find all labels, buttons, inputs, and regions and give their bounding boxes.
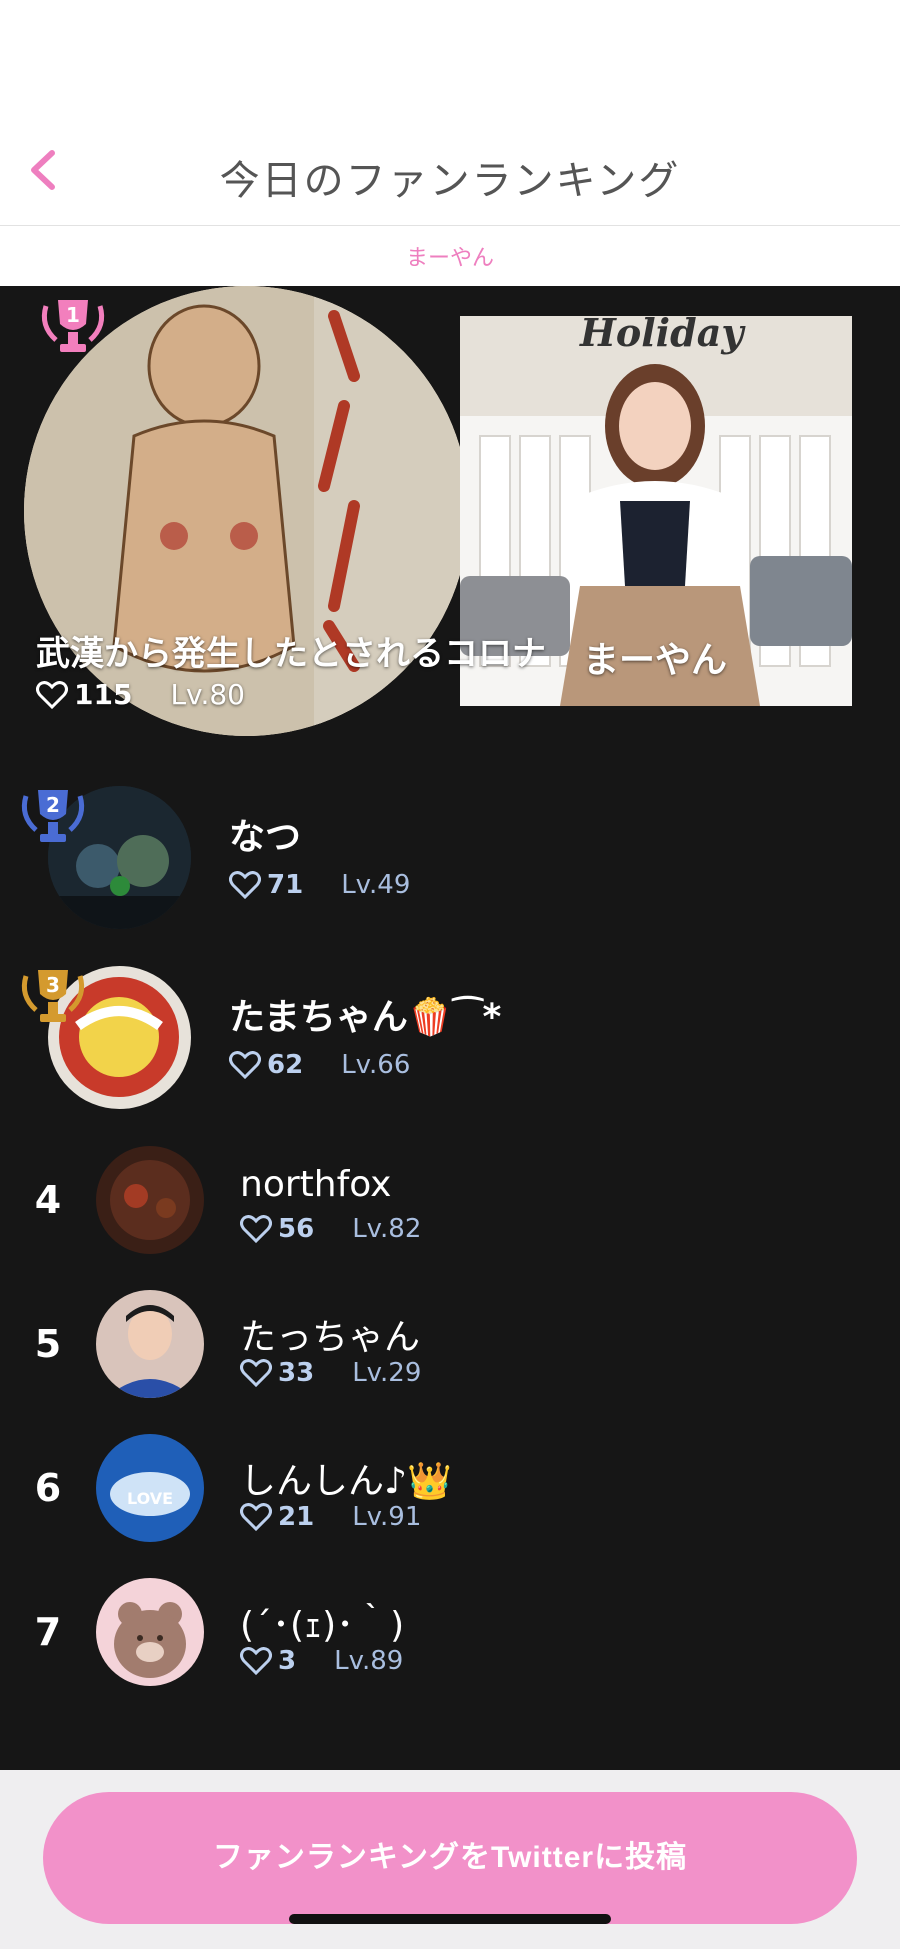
likes-count: 33 [278,1358,315,1388]
host-tab-bar: まーやん [0,226,900,286]
heart-icon [240,1215,272,1243]
level-label: Lv.80 [170,678,245,711]
avatar [96,1290,204,1398]
host-name: まーやん [583,640,728,681]
fan-stats: 33 Lv.29 [240,1358,421,1388]
fan-name: たっちゃん [240,1317,421,1358]
home-indicator[interactable] [289,1914,611,1924]
level-label: Lv.29 [352,1358,422,1388]
page-title: 今日のファンランキング [219,158,681,204]
heart-icon [240,1647,272,1675]
heart-icon [229,1051,261,1079]
level-label: Lv.89 [334,1646,404,1676]
svg-text:2: 2 [46,793,60,817]
rank-number: 6 [34,1466,62,1510]
rank-number: 7 [34,1610,62,1654]
ranking-list: Holiday 1 武漢から発生したとされるコロナ 115 Lv.80 まーやん [0,286,900,1770]
fan-stats: 3 Lv.89 [240,1646,403,1676]
trophy-1-icon: 1 [36,296,110,360]
heart-icon [240,1503,272,1531]
avatar [96,1146,204,1254]
heart-icon [240,1359,272,1387]
fan-name: northfox [240,1164,392,1205]
level-label: Lv.91 [352,1502,422,1532]
likes-count: 71 [267,870,304,900]
fan-stats: 62 Lv.66 [229,1050,410,1080]
rank-number: 4 [34,1178,62,1222]
trophy-3-icon: 3 [16,966,90,1030]
likes-count: 3 [278,1646,297,1676]
first-place-name[interactable]: 武漢から発生したとされるコロナ [36,626,546,675]
photo-sign-text: Holiday [579,316,746,355]
fan-name: なつ [229,817,302,858]
host-label[interactable]: まーやん [406,240,494,272]
app-header: 今日のファンランキング [0,0,900,226]
svg-text:LOVE: LOVE [127,1489,173,1508]
level-label: Lv.66 [341,1050,411,1080]
share-twitter-button[interactable]: ファンランキングをTwitterに投稿 [43,1792,857,1924]
level-label: Lv.49 [341,870,411,900]
heart-icon [229,871,261,899]
fan-stats: 21 Lv.91 [240,1502,421,1532]
rank-number: 5 [34,1322,62,1366]
fan-stats: 56 Lv.82 [240,1214,421,1244]
fan-name: しんしん♪👑 [240,1461,452,1502]
svg-text:1: 1 [66,303,80,327]
level-label: Lv.82 [352,1214,422,1244]
first-place-stats: 115 Lv.80 [36,678,245,711]
avatar: LOVE [96,1434,204,1542]
trophy-2-icon: 2 [16,786,90,850]
heart-icon [36,680,68,709]
likes-count: 62 [267,1050,304,1080]
fan-name: (´･(ｪ)･｀) [240,1605,405,1646]
likes-count: 115 [74,678,133,711]
fan-name: たまちゃん🍿⁀* [229,997,502,1038]
likes-count: 21 [278,1502,315,1532]
avatar [96,1578,204,1686]
likes-count: 56 [278,1214,315,1244]
svg-text:3: 3 [46,973,60,997]
fan-stats: 71 Lv.49 [229,870,410,900]
